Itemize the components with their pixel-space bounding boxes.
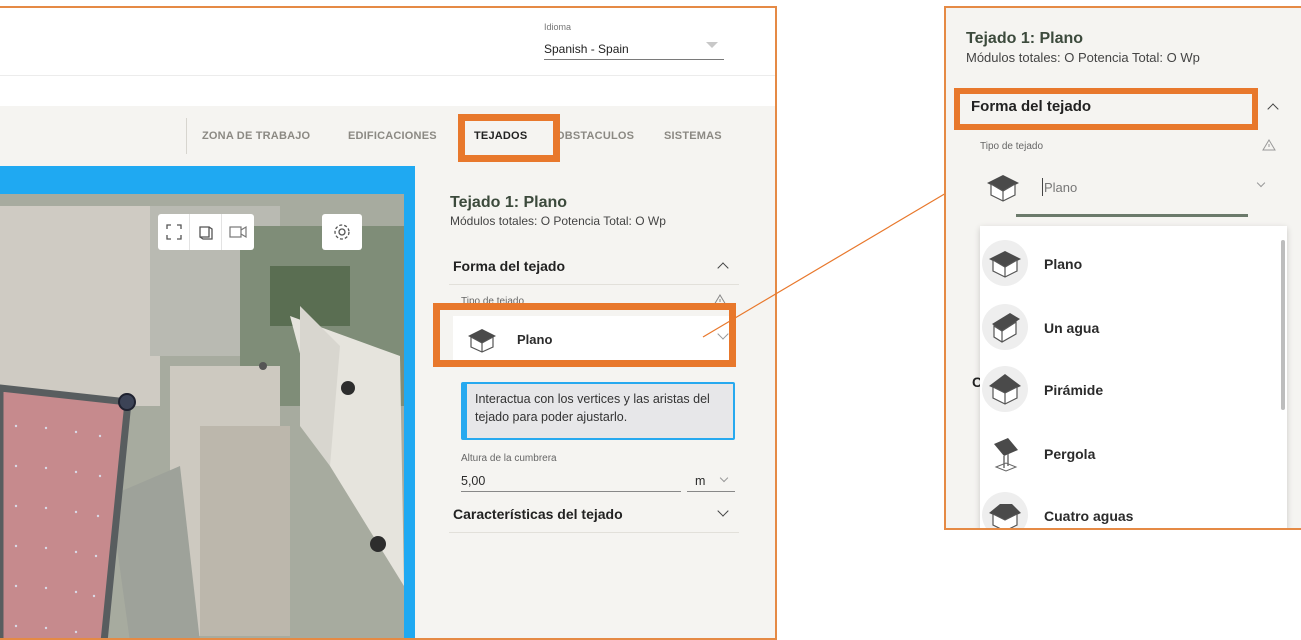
flat-roof-icon bbox=[987, 175, 1019, 202]
fullscreen-icon[interactable] bbox=[158, 214, 190, 250]
pergola-roof-icon bbox=[982, 430, 1028, 476]
zoom-roof-summary: Módulos totales: O Potencia Total: O Wp bbox=[966, 50, 1200, 65]
3d-view-icon[interactable] bbox=[190, 214, 222, 250]
option-cuatro-aguas[interactable]: Cuatro aguas bbox=[980, 488, 1280, 528]
option-label: Pirámide bbox=[1044, 382, 1104, 398]
roof-characteristics-section[interactable]: Características del tejado bbox=[453, 506, 623, 522]
tab-sistemas[interactable]: SISTEMAS bbox=[664, 130, 722, 142]
option-label: Pergola bbox=[1044, 446, 1096, 462]
divider bbox=[449, 284, 739, 285]
pyramid-roof-icon bbox=[982, 366, 1028, 412]
option-pergola[interactable]: Pergola bbox=[980, 426, 1280, 490]
shed-roof-icon bbox=[982, 304, 1028, 350]
language-select[interactable]: Spanish - Spain bbox=[544, 38, 724, 60]
unit-select[interactable]: m bbox=[687, 472, 735, 492]
focus-underline bbox=[1016, 214, 1248, 217]
map-toolbar bbox=[158, 214, 254, 250]
main-nav: ZONA DE TRABAJO EDIFICACIONES TEJADOS OB… bbox=[0, 106, 775, 166]
chevron-down-icon[interactable] bbox=[717, 505, 729, 517]
selection-frame-top bbox=[0, 166, 415, 194]
option-un-agua[interactable]: Un agua bbox=[980, 300, 1280, 364]
map-view[interactable] bbox=[0, 166, 415, 638]
zoom-roof-type-value: Plano bbox=[1044, 180, 1078, 195]
app-screenshot: Idioma Spanish - Spain ZONA DE TRABAJO E… bbox=[0, 6, 777, 640]
tab-highlight-box bbox=[458, 114, 560, 162]
chevron-up-icon[interactable] bbox=[717, 262, 729, 274]
chevron-up-icon[interactable] bbox=[1267, 103, 1279, 115]
gear-icon[interactable] bbox=[322, 214, 362, 250]
tab-zona-de-trabajo[interactable]: ZONA DE TRABAJO bbox=[202, 130, 310, 142]
zoom-roof-type-label: Tipo de tejado bbox=[980, 141, 1044, 152]
option-plano[interactable]: Plano bbox=[980, 236, 1280, 300]
zoomed-panel: Tejado 1: Plano Módulos totales: O Poten… bbox=[944, 6, 1301, 530]
sub-header bbox=[0, 77, 775, 106]
roof-side-panel: Tejado 1: Plano Módulos totales: O Poten… bbox=[415, 166, 775, 638]
camera-icon[interactable] bbox=[222, 214, 254, 250]
tab-edificaciones[interactable]: EDIFICACIONES bbox=[348, 130, 437, 142]
dropdown-scrollbar[interactable] bbox=[1281, 240, 1285, 410]
ridge-height-input[interactable]: 5,00 bbox=[461, 472, 681, 492]
info-message: Interactua con los vertices y las arista… bbox=[461, 382, 735, 440]
option-label: Plano bbox=[1044, 256, 1083, 272]
option-label: Un agua bbox=[1044, 320, 1100, 336]
nav-divider bbox=[186, 118, 187, 154]
roof-title: Tejado 1: Plano bbox=[450, 194, 568, 211]
roof-type-dropdown: Plano Un agua Pirámide Pergola Cuatro ag… bbox=[980, 226, 1287, 528]
roof-type-highlight-box bbox=[433, 303, 736, 367]
ridge-height-label: Altura de la cumbrera bbox=[461, 453, 557, 464]
tab-obstaculos[interactable]: OBSTACULOS bbox=[556, 130, 634, 142]
language-value: Spanish - Spain bbox=[544, 42, 629, 56]
option-piramide[interactable]: Pirámide bbox=[980, 362, 1280, 426]
option-label: Cuatro aguas bbox=[1044, 508, 1134, 524]
flat-roof-icon bbox=[982, 240, 1028, 286]
warning-icon bbox=[1262, 139, 1276, 151]
language-label: Idioma bbox=[544, 22, 572, 32]
text-cursor bbox=[1042, 178, 1043, 196]
unit-value: m bbox=[695, 474, 706, 488]
chevron-down-icon bbox=[719, 473, 729, 483]
hip-roof-icon bbox=[982, 492, 1028, 528]
zoom-roof-title: Tejado 1: Plano bbox=[966, 30, 1084, 47]
selection-frame-right bbox=[404, 194, 415, 638]
divider bbox=[449, 532, 739, 533]
top-bar: Idioma Spanish - Spain bbox=[0, 8, 775, 76]
zoom-roof-type-select[interactable]: Plano bbox=[980, 168, 1270, 218]
zoom-roof-shape-section[interactable]: Forma del tejado bbox=[971, 98, 1091, 115]
roof-summary: Módulos totales: O Potencia Total: O Wp bbox=[450, 214, 666, 228]
chevron-down-icon bbox=[706, 42, 718, 48]
roof-shape-section[interactable]: Forma del tejado bbox=[453, 258, 565, 274]
chevron-down-icon[interactable] bbox=[1256, 178, 1266, 188]
ridge-height-value: 5,00 bbox=[461, 474, 486, 488]
